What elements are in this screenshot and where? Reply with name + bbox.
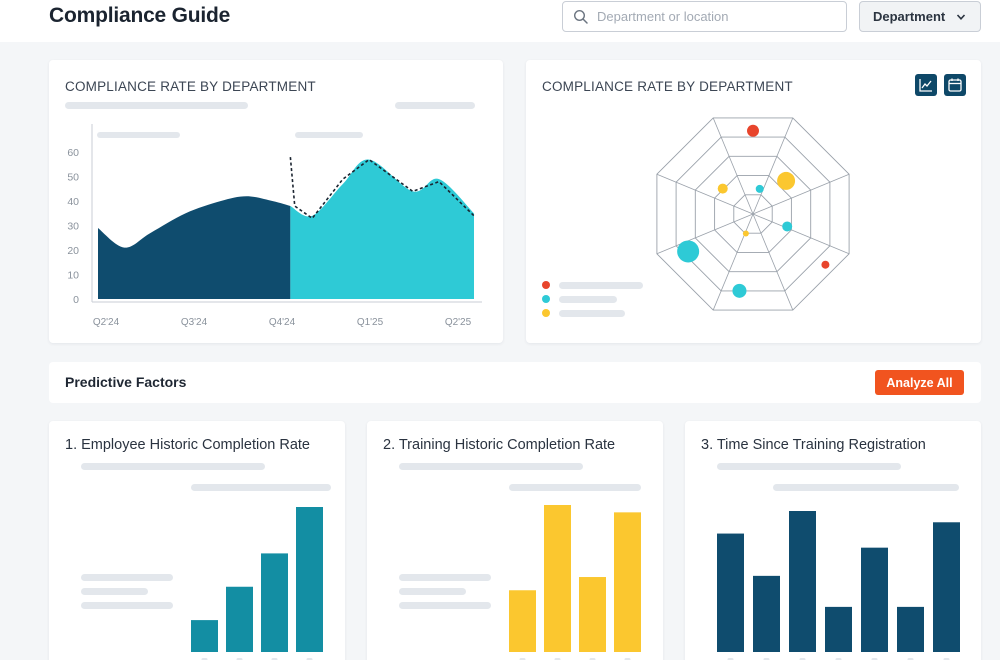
bar [544,505,571,652]
bar [825,606,852,652]
bar [191,620,218,652]
bar [717,533,744,652]
bar [261,553,288,652]
bar [296,507,323,652]
radar-point [777,171,796,190]
legend-dot-cyan [542,295,550,303]
x-tick-label: Q3'24 [181,317,208,328]
analyze-all-button[interactable]: Analyze All [875,370,964,395]
bar [897,606,924,652]
factor-card-2: 2. Training Historic Completion Rate [367,421,663,660]
top-bar: Compliance Guide Department [0,0,1000,42]
chart-placeholder-left [97,132,180,138]
area-series-2 [290,159,474,299]
factor-card-1: 1. Employee Historic Completion Rate [49,421,345,660]
legend-placeholder [559,310,625,317]
department-button-label: Department [873,9,946,24]
legend-dot-yellow [542,309,550,317]
y-tick-label: 0 [73,294,79,306]
predictive-factors-title: Predictive Factors [65,374,187,390]
bar [226,586,253,652]
radar-point [732,283,747,298]
radar-point [782,221,793,232]
search-input[interactable] [597,2,842,31]
bar-chart [717,511,960,660]
factor-card-3: 3. Time Since Training Registration [685,421,981,660]
bar [579,577,606,652]
legend-dot-red [542,281,550,289]
radar-point [742,230,749,237]
bar [861,547,888,652]
bar [509,590,536,652]
bar-chart [509,505,641,660]
x-tick-label: Q4'24 [269,317,296,328]
x-tick-label: Q1'25 [357,317,384,328]
page-title: Compliance Guide [49,4,231,27]
search-icon [573,9,588,24]
bar-chart [191,507,323,660]
predictive-factors-bar: Predictive Factors Analyze All [49,362,981,403]
radar-point [821,260,830,269]
y-tick-label: 40 [67,196,79,208]
x-tick-label: Q2'25 [445,317,472,328]
radar-point [717,183,728,194]
x-tick-label: Q2'24 [93,317,120,328]
y-tick-label: 50 [67,172,79,184]
search-box[interactable] [562,1,847,32]
chart-placeholder-right [295,132,363,138]
y-tick-label: 60 [67,147,79,159]
radar-point [755,184,764,193]
radar-chart-card: COMPLIANCE RATE BY DEPARTMENT [526,60,981,343]
area-chart-card: COMPLIANCE RATE BY DEPARTMENT 0 10 20 30 40 5… [49,60,503,343]
legend-placeholder [559,296,617,303]
chevron-down-icon [956,14,966,20]
bar [753,575,780,652]
bar [789,511,816,652]
department-dropdown-button[interactable]: Department [859,1,981,32]
legend-placeholder [559,282,643,289]
bar [933,522,960,652]
radar-point [747,124,759,137]
radar-point [677,240,700,263]
area-series-1 [98,196,291,299]
y-tick-label: 20 [67,245,79,257]
bar [614,512,641,652]
y-tick-label: 30 [67,221,79,233]
y-tick-label: 10 [67,270,79,282]
area-chart: 0 10 20 30 40 50 60 Q2'24 Q3'24 Q4'24 Q1'25 Q2'25 [67,124,482,328]
